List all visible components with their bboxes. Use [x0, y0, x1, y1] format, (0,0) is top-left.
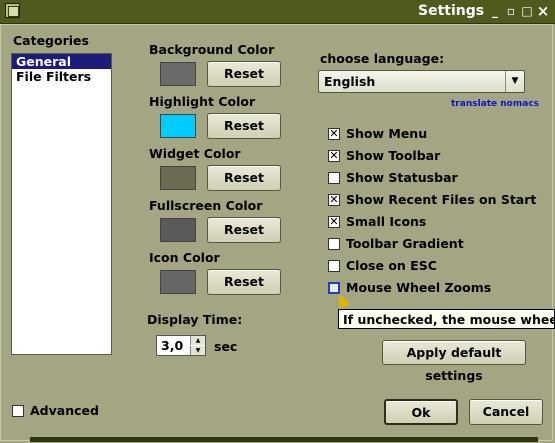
- language-combobox[interactable]: English ▼: [318, 70, 525, 93]
- ok-button[interactable]: Ok: [384, 399, 458, 425]
- close-on-esc-checkbox[interactable]: [328, 260, 340, 272]
- spin-down-icon[interactable]: ▼: [190, 346, 205, 355]
- widget-color-swatch[interactable]: [160, 166, 196, 190]
- categories-list[interactable]: General File Filters: [11, 53, 112, 355]
- close-on-esc-label: Close on ESC: [346, 258, 437, 273]
- maximize-button[interactable]: □: [519, 3, 535, 19]
- app-icon[interactable]: [5, 3, 20, 18]
- widget-color-label: Widget Color: [149, 146, 241, 161]
- display-time-value: 3,0: [161, 338, 184, 353]
- widget-reset-button[interactable]: Reset: [207, 165, 281, 191]
- advanced-label: Advanced: [30, 403, 99, 418]
- fullscreen-color-label: Fullscreen Color: [149, 198, 263, 213]
- show-statusbar-checkbox[interactable]: [328, 172, 340, 184]
- mouse-wheel-zooms-label: Mouse Wheel Zooms: [346, 280, 492, 295]
- mouse-wheel-zooms-checkbox[interactable]: [328, 282, 340, 294]
- background-reset-button[interactable]: Reset: [207, 61, 281, 87]
- display-time-spinbox[interactable]: 3,0 ▲ ▼: [156, 335, 206, 356]
- highlight-reset-button[interactable]: Reset: [207, 113, 281, 139]
- advanced-checkbox[interactable]: [12, 405, 24, 417]
- minimize-button[interactable]: _: [487, 3, 503, 19]
- restore-button[interactable]: ▫: [503, 3, 519, 19]
- show-menu-checkbox[interactable]: ✕: [328, 128, 340, 140]
- highlight-color-label: Highlight Color: [149, 94, 256, 109]
- icon-reset-button[interactable]: Reset: [207, 269, 281, 295]
- show-recent-files-label: Show Recent Files on Start: [346, 192, 537, 207]
- apply-default-settings-button[interactable]: Apply default settings: [382, 340, 526, 383]
- icon-color-label: Icon Color: [149, 250, 220, 265]
- small-icons-checkbox[interactable]: ✕: [328, 216, 340, 228]
- show-toolbar-checkbox[interactable]: ✕: [328, 150, 340, 162]
- spin-up-icon[interactable]: ▲: [190, 336, 205, 345]
- close-button[interactable]: ×: [535, 3, 551, 19]
- background-color-swatch[interactable]: [160, 62, 196, 86]
- category-item-general[interactable]: General: [12, 54, 111, 69]
- bottom-edge: [30, 437, 538, 442]
- category-item-file-filters[interactable]: File Filters: [12, 69, 111, 84]
- small-icons-label: Small Icons: [346, 214, 427, 229]
- display-time-label: Display Time:: [147, 312, 243, 327]
- highlight-color-swatch[interactable]: [160, 114, 196, 138]
- display-time-unit: sec: [214, 339, 238, 354]
- title-bar[interactable]: Settings _ ▫ □ ×: [0, 0, 555, 24]
- background-color-label: Background Color: [149, 42, 275, 57]
- categories-label: Categories: [13, 33, 89, 48]
- tooltip: If unchecked, the mouse wheel swit: [338, 309, 555, 329]
- window-title: Settings: [418, 3, 485, 19]
- toolbar-gradient-label: Toolbar Gradient: [346, 236, 464, 251]
- icon-color-swatch[interactable]: [160, 270, 196, 294]
- show-menu-label: Show Menu: [346, 126, 428, 141]
- fullscreen-reset-button[interactable]: Reset: [207, 217, 281, 243]
- show-toolbar-label: Show Toolbar: [346, 148, 441, 163]
- translate-link[interactable]: translate nomacs: [451, 99, 539, 109]
- fullscreen-color-swatch[interactable]: [160, 218, 196, 242]
- show-recent-files-checkbox[interactable]: ✕: [328, 194, 340, 206]
- chevron-down-icon[interactable]: ▼: [505, 71, 524, 92]
- language-selected: English: [324, 74, 376, 89]
- language-label: choose language:: [320, 51, 445, 66]
- cancel-button[interactable]: Cancel: [469, 399, 543, 425]
- toolbar-gradient-checkbox[interactable]: [328, 238, 340, 250]
- show-statusbar-label: Show Statusbar: [346, 170, 458, 185]
